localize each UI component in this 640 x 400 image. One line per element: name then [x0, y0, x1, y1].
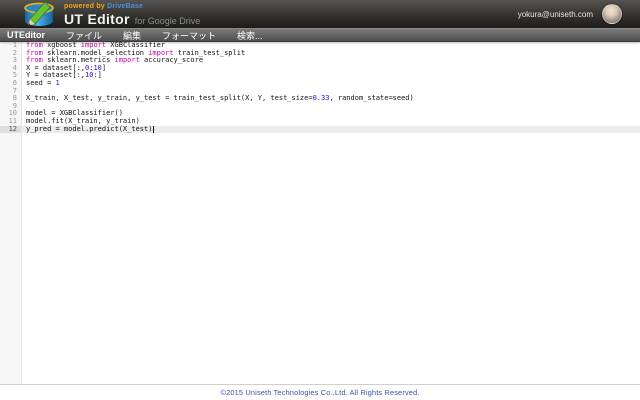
app-title: UT Editor: [64, 10, 130, 27]
code-token: accuracy_score: [139, 56, 204, 65]
line-number: 5: [12, 71, 17, 80]
code-line: Y = dataset[:,10:]: [26, 72, 640, 80]
app-subtitle: for Google Drive: [134, 15, 201, 26]
line-number: 6: [12, 78, 17, 87]
line-number: 1: [12, 41, 17, 49]
app-header: powered by DriveBase UT Editor for Googl…: [0, 0, 640, 28]
menu-bar: UTEditor ファイル 編集 フォーマット 検索...: [0, 28, 640, 42]
number-token: 1: [55, 78, 60, 87]
line-number: 3: [12, 56, 17, 65]
line-number: 4: [12, 63, 17, 72]
page-footer: ©2015 Uniseth Technologies Co.,Ltd. All …: [0, 384, 640, 400]
drivebase-database-pencil-logo: [24, 0, 54, 26]
menu-item-search[interactable]: 検索...: [237, 29, 275, 42]
code-token: ]: [101, 63, 107, 72]
code-line: from sklearn.metrics import accuracy_sco…: [26, 56, 640, 65]
line-number: 8: [12, 94, 17, 103]
line-number: 2: [12, 48, 17, 57]
menu-item-uteditor[interactable]: UTEditor: [7, 30, 57, 40]
drivebase-link[interactable]: DriveBase: [107, 3, 143, 10]
editor-code-area: from xgboost import XGBClassifier from sk…: [22, 41, 640, 384]
code-token: , random_state=seed): [329, 94, 414, 103]
code-line: X = dataset[:,0:10]: [26, 63, 640, 73]
brand-text-block: powered by DriveBase UT Editor for Googl…: [64, 3, 200, 26]
text-cursor: [152, 125, 154, 133]
menu-item-file[interactable]: ファイル: [66, 29, 114, 42]
code-line: seed = 1: [26, 78, 640, 88]
code-token: :]: [93, 71, 102, 80]
powered-by-label: powered by: [64, 2, 105, 10]
keyword-token: import: [114, 56, 140, 65]
code-editor[interactable]: 1 2 3 4 5 6 7 8 9 10 11 12 from xgboost import XGBC…: [0, 41, 640, 384]
user-email: yokura@uniseth.com: [517, 9, 593, 19]
copyright-text: ©2015 Uniseth Technologies Co.,Ltd. All …: [220, 388, 420, 397]
user-avatar[interactable]: [602, 4, 622, 24]
menu-item-format[interactable]: フォーマット: [162, 29, 228, 42]
menu-item-edit[interactable]: 編集: [123, 29, 153, 42]
line-number: 12: [0, 125, 21, 134]
line-number: 7: [12, 86, 17, 95]
code-token: seed =: [26, 78, 56, 87]
number-token: 0.33: [312, 94, 330, 103]
code-token: y_pred = model.predict(X_test): [26, 124, 153, 133]
code-line: X_train, X_test, y_train, y_test = train…: [26, 94, 640, 103]
editor-gutter: 1 2 3 4 5 6 7 8 9 10 11 12: [0, 41, 22, 384]
code-line: y_pred = model.predict(X_test): [22, 124, 640, 134]
code-token: X_train, X_test, y_train, y_test = train…: [26, 94, 313, 103]
